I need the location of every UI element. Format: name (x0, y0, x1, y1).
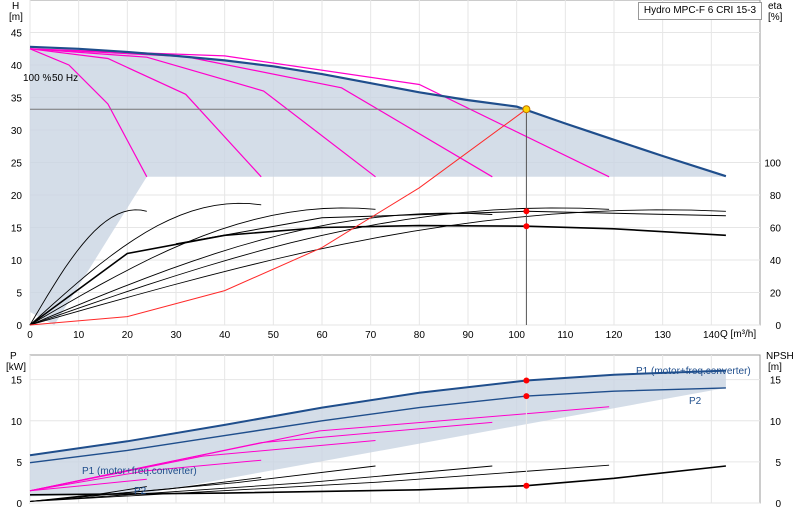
eta-main-curve (29, 224, 726, 326)
bottom-y-tick-label: 15 (11, 376, 23, 387)
top-y-tick-label: 30 (11, 126, 23, 137)
bottom-right-axis-label: NPSH (766, 351, 794, 362)
top-x-tick-label: 40 (219, 330, 231, 341)
top-x-tick-label: 0 (27, 330, 33, 341)
top-x-tick-label: 50 (268, 330, 280, 341)
top-x-tick-label: 60 (316, 330, 328, 341)
top-x-tick-label: 140 (703, 330, 720, 341)
top-right-tick-label: 0 (775, 321, 781, 332)
bottom-series (29, 355, 726, 503)
speed-annotation: 100 % (23, 73, 51, 84)
top-y-tick-label: 35 (11, 94, 23, 105)
bottom-left-axis-label: P (10, 351, 17, 362)
top-y-tick-label: 0 (16, 321, 22, 332)
top-y-tick-label: 15 (11, 224, 23, 235)
top-x-tick-label: 90 (462, 330, 474, 341)
top-y-tick-label: 10 (11, 256, 23, 267)
top-right-axis-unit: [%] (768, 12, 783, 23)
bottom-right-tick-label: 10 (770, 417, 782, 428)
series-label-p1-low: P1 (motor+freq.converter) (82, 466, 197, 477)
chart-canvas: 0 10 20 30 40 50 60 70 80 90 100 110 120 130 140051015… (6, 0, 794, 510)
power-point-marker (523, 377, 530, 384)
bottom-y-tick-label: 10 (11, 417, 23, 428)
bottom-right-tick-label: 15 (770, 376, 782, 387)
top-right-tick-label: 40 (770, 256, 782, 267)
top-right-axis-label: eta (768, 1, 782, 12)
bottom-right-tick-label: 5 (775, 458, 781, 469)
top-x-tick-label: 10 (73, 330, 85, 341)
series-label-p2-low: P2 (134, 486, 147, 497)
top-x-tick-label: 120 (606, 330, 623, 341)
top-left-axis-label: H (12, 1, 19, 12)
bottom-right-axis-unit: [m] (768, 362, 782, 373)
duty-point-marker (522, 105, 531, 114)
frequency-annotation: 50 Hz (52, 73, 78, 84)
bottom-left-axis-unit: [kW] (6, 362, 26, 373)
top-y-tick-label: 5 (16, 289, 22, 300)
power-point-marker (523, 482, 530, 489)
top-operating-area (30, 46, 726, 326)
top-series (29, 45, 727, 326)
chart-window: Hydro MPC-F 6 CRI 15-3 0 10 20 30 40 50 60 70 80… (0, 0, 800, 520)
top-right-tick-label: 100 (764, 159, 781, 170)
top-left-axis-unit: [m] (9, 12, 23, 23)
top-y-tick-label: 40 (11, 61, 23, 72)
top-y-tick-label: 25 (11, 159, 23, 170)
top-y-tick-label: 45 (11, 29, 23, 40)
eta-point-marker (523, 208, 530, 215)
series-label-p2-main: P2 (689, 396, 702, 407)
top-y-tick-label: 20 (11, 191, 23, 202)
top-x-tick-label: 100 (508, 330, 525, 341)
series-label-p1-main: P1 (motor+freq.converter) (636, 366, 751, 377)
top-x-tick-label: 130 (654, 330, 671, 341)
top-x-tick-label: 30 (170, 330, 182, 341)
top-x-tick-label: 20 (122, 330, 134, 341)
top-x-axis-label: Q [m³/h] (720, 329, 756, 340)
eta-point-marker (523, 223, 530, 230)
pump-title-box: Hydro MPC-F 6 CRI 15-3 (638, 2, 762, 20)
top-x-tick-label: 80 (414, 330, 426, 341)
top-x-tick-label: 70 (365, 330, 377, 341)
bottom-y-tick-label: 0 (16, 499, 22, 510)
top-right-tick-label: 20 (770, 289, 782, 300)
top-right-tick-label: 80 (770, 191, 782, 202)
top-x-tick-label: 110 (557, 330, 573, 341)
power-point-marker (523, 393, 530, 400)
bottom-y-tick-label: 5 (16, 458, 22, 469)
bottom-right-tick-label: 0 (775, 499, 781, 510)
top-right-tick-label: 60 (770, 224, 782, 235)
